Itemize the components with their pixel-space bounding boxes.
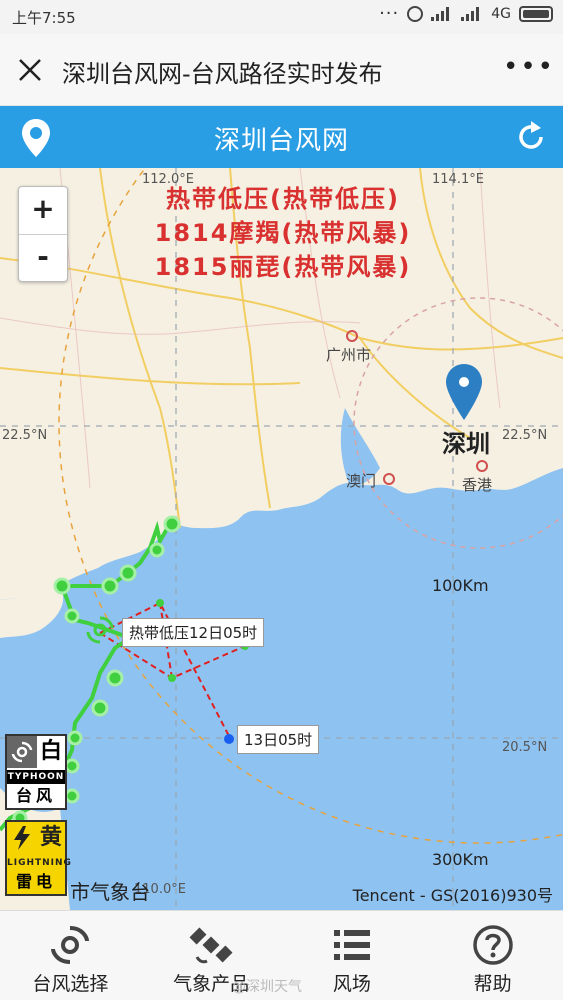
zoom-out-button[interactable]: - — [19, 234, 67, 281]
typhoon-icon — [7, 736, 37, 768]
grid-label-lon: 112.0°E — [142, 172, 194, 187]
storm-item[interactable]: 1815丽琵(热带风暴) — [108, 250, 458, 284]
storm-list: 热带低压(热带低压) 1814摩羯(热带风暴) 1815丽琵(热带风暴) — [108, 182, 458, 284]
storm-position-label[interactable]: 热带低压12日05时 — [122, 618, 265, 647]
city-label-shenzhen: 深圳 — [442, 430, 490, 458]
nav-label: 帮助 — [473, 973, 512, 995]
status-time: 上午7:55 — [12, 9, 76, 27]
lightning-warning-signal[interactable]: 黄 LIGHTNING 雷电 — [5, 820, 72, 896]
alarm-icon — [407, 6, 424, 22]
more-menu-icon[interactable]: ••• — [503, 52, 553, 88]
warning-type-en: LIGHTNING — [7, 856, 72, 870]
signal-icon-2 — [461, 7, 483, 21]
warning-level: 白 — [39, 739, 62, 764]
nav-label: 台风选择 — [32, 973, 109, 995]
range-label-300km: 300Km — [432, 850, 489, 869]
typhoon-icon — [51, 926, 90, 964]
warning-type-cn: 台风 — [15, 786, 56, 805]
city-label-macau: 澳门 — [346, 472, 377, 490]
refresh-icon[interactable] — [513, 119, 549, 155]
network-type: 4G — [491, 6, 511, 22]
forecast-position-label[interactable]: 13日05时 — [237, 725, 320, 754]
lightning-icon — [7, 822, 37, 854]
storm-item[interactable]: 热带低压(热带低压) — [108, 182, 458, 216]
satellite-icon — [189, 927, 233, 964]
grid-label-lat: 22.5°N — [2, 428, 48, 443]
notification-dots-icon: ··· — [379, 3, 400, 24]
typhoon-warning-signal[interactable]: 白 TYPHOON 台风 — [5, 734, 67, 810]
app-title: 深圳台风网 — [213, 126, 349, 156]
map-copyright: Tencent - GS(2016)930号 — [352, 886, 553, 905]
list-icon — [333, 930, 370, 960]
grid-label-lat: 20.5°N — [502, 740, 548, 755]
title-bar: 深圳台风网-台风路径实时发布 ••• — [0, 34, 563, 106]
zoom-control: + - — [18, 186, 68, 282]
warning-type-en: TYPHOON — [7, 770, 65, 784]
watermark: @深圳天气 — [232, 979, 302, 995]
city-label-guangzhou: 广州市 — [326, 346, 372, 364]
app-header: 深圳台风网 — [0, 106, 563, 168]
range-label-100km: 100Km — [432, 576, 489, 595]
nav-typhoon-select[interactable]: 台风选择 — [0, 911, 141, 1000]
grid-label-lat: 22.5°N — [502, 428, 548, 443]
grid-label-lon: 114.1°E — [432, 172, 484, 187]
signal-icon — [431, 7, 453, 21]
nav-wind-field[interactable]: 风场 — [282, 911, 423, 1000]
status-bar: 上午7:55 ··· 4G — [0, 0, 563, 34]
typhoon-center-icon[interactable] — [84, 614, 116, 646]
battery-icon — [519, 6, 553, 22]
source-label: 市气象台 — [70, 880, 150, 904]
help-icon — [472, 925, 513, 965]
warning-type-cn: 雷电 — [7, 870, 65, 894]
storm-item[interactable]: 1814摩羯(热带风暴) — [108, 216, 458, 250]
page-title: 深圳台风网-台风路径实时发布 — [62, 60, 383, 88]
zoom-in-button[interactable]: + — [19, 187, 67, 234]
warning-level: 黄 — [39, 825, 62, 850]
nav-label: 风场 — [332, 973, 371, 995]
nav-help[interactable]: 帮助 — [422, 911, 563, 1000]
close-icon[interactable] — [12, 52, 48, 88]
city-label-hongkong: 香港 — [462, 476, 493, 494]
